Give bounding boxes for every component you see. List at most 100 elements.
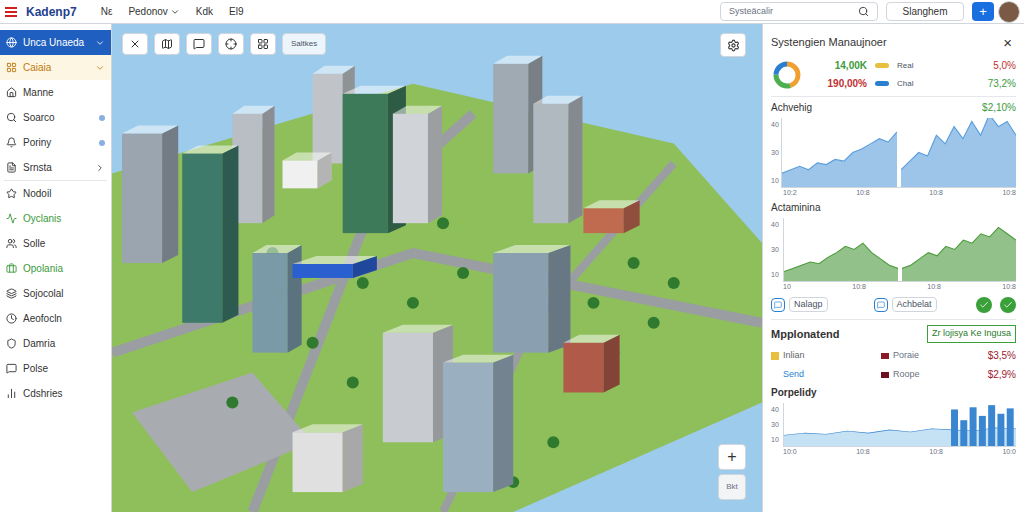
sidebar-item[interactable]: Poriny (0, 130, 111, 155)
x-tick: 10:2 (783, 188, 797, 197)
x-tick: 10:8 (856, 447, 870, 456)
x-tick: 10:8 (929, 447, 943, 456)
chart: 40301010:010:810:810:0 (771, 403, 1016, 456)
chevron-down-icon (95, 63, 105, 73)
top-menu-item[interactable]: Nε (101, 4, 113, 19)
check-button[interactable] (976, 297, 992, 313)
sidebar-item[interactable]: Opolania (0, 256, 111, 281)
x-axis: 1010:810:810:8 (771, 282, 1016, 291)
app: Kadenp7 Nε Pedonov Kdk El9 Systeäcalir Slanghe… (0, 0, 1024, 512)
x-tick: 10:0 (783, 447, 797, 456)
section-badge[interactable]: Zr lojisya Ke Ingusa (927, 325, 1016, 343)
map-tool-text-button[interactable]: Saltkes (282, 33, 326, 55)
map-tool-icon (129, 38, 141, 50)
logo[interactable]: Kadenp7 (26, 3, 77, 21)
chevron-down-icon (95, 38, 105, 48)
top-menu-item[interactable]: Pedonov (128, 4, 179, 19)
topbar-button[interactable]: Slanghem (886, 2, 964, 21)
x-tick: 10:8 (929, 188, 943, 197)
stat-row: 190,00%Chal73,2% (815, 76, 1016, 91)
y-tick: 40 (771, 220, 783, 231)
legend-row: SendRoope$2,9% (771, 367, 1016, 382)
add-button[interactable]: + (972, 2, 994, 21)
map-tool-button[interactable] (154, 33, 180, 55)
map-tool-button[interactable] (122, 33, 148, 55)
action-icon (771, 298, 785, 312)
sidebar-item-icon (6, 363, 17, 374)
legend-swatch (771, 352, 779, 360)
sidebar: Unca UnaedaCaiaiaManneSoarcoPorinySrnsta… (0, 24, 112, 512)
map-tool-button[interactable] (218, 33, 244, 55)
y-tick: 30 (771, 245, 783, 256)
map-bottom-button[interactable]: Bkt (718, 474, 746, 500)
chart: 4030101010:810:810:8 (771, 218, 1016, 291)
zoom-in-button[interactable]: + (718, 444, 746, 470)
area-series (902, 218, 1016, 281)
sidebar-item[interactable]: Aeofocln (0, 306, 111, 331)
panel-header: Systengien Manaujnoer× (771, 30, 1016, 54)
y-axis: 403010 (771, 118, 781, 188)
avatar-icon[interactable] (998, 1, 1020, 23)
area-series (901, 118, 1016, 187)
sidebar-item-icon (6, 162, 17, 173)
y-tick: 30 (771, 420, 783, 431)
sidebar-item-icon (6, 87, 17, 98)
sidebar-divider (4, 180, 107, 181)
chart-header: Actaminina (771, 200, 1016, 215)
x-axis: 10:210:810:810:8 (771, 188, 1016, 197)
map-tool-button[interactable] (250, 33, 276, 55)
top-menu-item[interactable]: El9 (229, 4, 243, 19)
map-tool-icon (225, 38, 237, 50)
action-button[interactable]: Achbelat (874, 297, 969, 313)
sidebar-item[interactable]: Oyclanis (0, 206, 111, 231)
section-header: MpplonatendZr lojisya Ke Ingusa (771, 323, 1016, 345)
search-field[interactable]: Systeäcalir (720, 2, 878, 21)
sidebar-item[interactable]: Damria (0, 331, 111, 356)
action-icon (874, 298, 888, 312)
city-map-illustration[interactable] (112, 24, 762, 512)
sidebar-item[interactable]: Polse (0, 356, 111, 381)
map-tool-icon (257, 38, 269, 50)
sidebar-item[interactable]: Nodoil (0, 181, 111, 206)
sidebar-item[interactable]: Srnsta (0, 155, 111, 180)
sidebar-item-icon (6, 62, 17, 73)
sidebar-item-icon (6, 338, 17, 349)
top-bar: Kadenp7 Nε Pedonov Kdk El9 Systeäcalir Slanghe… (0, 0, 1024, 24)
status-dot (99, 140, 105, 146)
y-axis: 40 30 10 (771, 218, 783, 282)
sidebar-item[interactable]: Unca Unaeda (0, 30, 111, 55)
action-button[interactable]: Nalagp (771, 297, 866, 313)
sidebar-item-icon (6, 238, 17, 249)
check-button[interactable] (1000, 297, 1016, 313)
y-tick: 40 (771, 405, 783, 416)
sidebar-item[interactable]: Caiaia (0, 55, 111, 80)
chart-header: Porpelidy (771, 385, 1016, 400)
map-view[interactable]: Saltkes + Bkt (112, 24, 762, 512)
sidebar-item[interactable]: Soarco (0, 105, 111, 130)
legend: InlianPoraie$3,5%SendRoope$2,9% (771, 348, 1016, 382)
search-icon (858, 6, 869, 17)
sidebar-item-icon (6, 313, 17, 324)
sidebar-item[interactable]: Manne (0, 80, 111, 105)
y-tick: 10 (771, 270, 783, 281)
x-tick: 10 (783, 282, 791, 291)
sidebar-item[interactable]: Solle (0, 231, 111, 256)
sidebar-item[interactable]: Cdshries (0, 381, 111, 406)
close-button[interactable]: × (999, 35, 1016, 50)
x-tick: 10:8 (927, 282, 941, 291)
summary: 14,00KReal5,0%190,00%Chal73,2% (771, 57, 1016, 97)
legend-swatch (875, 81, 889, 86)
x-tick: 10:0 (1002, 447, 1016, 456)
y-tick: 10 (771, 435, 783, 446)
map-toolbar: Saltkes (122, 33, 326, 55)
y-axis: 40 30 10 (771, 403, 783, 447)
top-menu-item[interactable]: Kdk (196, 4, 213, 19)
x-axis: 10:0 10:8 10:8 10:0 (771, 447, 1016, 456)
menu-icon[interactable] (0, 1, 22, 23)
x-tick: 10:8 (1002, 188, 1016, 197)
area-series (782, 118, 897, 187)
settings-button[interactable] (720, 33, 746, 57)
check-icon (979, 300, 989, 310)
sidebar-item[interactable]: Sojocolal (0, 281, 111, 306)
map-tool-button[interactable] (186, 33, 212, 55)
